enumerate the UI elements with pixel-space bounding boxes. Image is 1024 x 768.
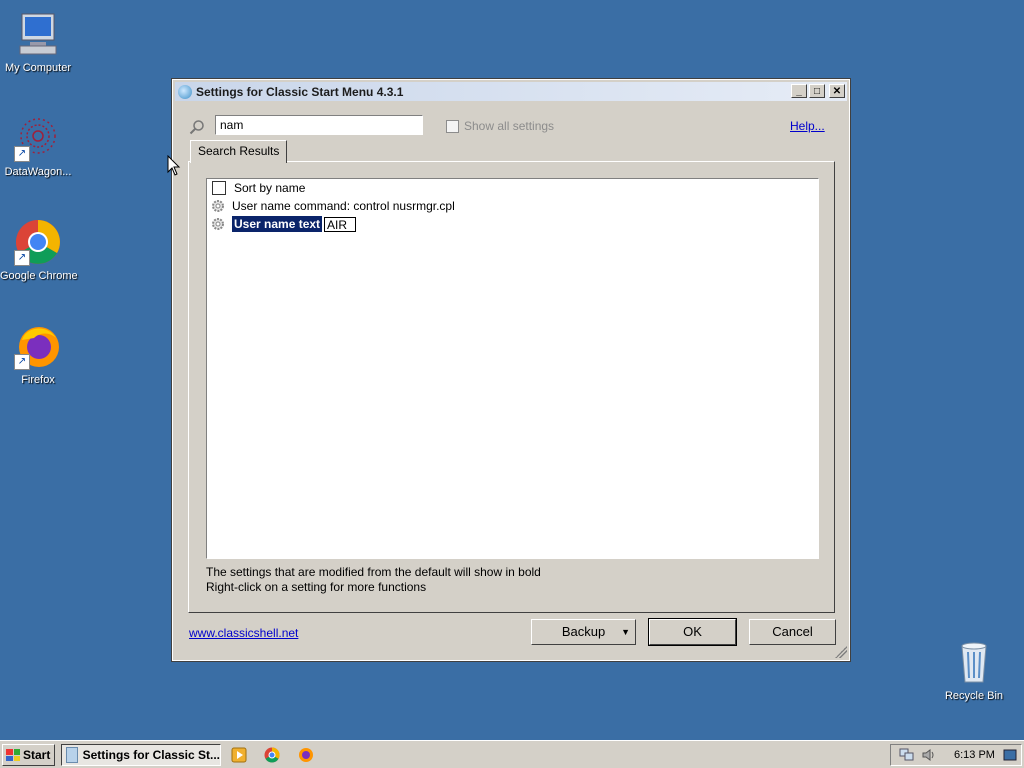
title-bar[interactable]: Settings for Classic Start Menu 4.3.1 _ … [175, 82, 847, 101]
desktop-icon-chrome[interactable]: ↗ Google Chrome [0, 218, 78, 282]
ok-button[interactable]: OK [648, 618, 737, 646]
windows-logo-icon [6, 749, 20, 761]
classicshell-website-link[interactable]: www.classicshell.net [189, 626, 298, 640]
firefox-icon[interactable] [298, 747, 314, 763]
desktop-icon-label: My Computer [4, 62, 72, 74]
settings-tree[interactable]: Sort by name User name command: control … [206, 178, 819, 559]
info-line: The settings that are modified from the … [206, 565, 541, 579]
cancel-button[interactable]: Cancel [749, 619, 836, 645]
checkbox-box[interactable] [212, 181, 226, 195]
user-name-text-input[interactable]: AIR [324, 216, 357, 232]
desktop-icon-datawagon[interactable]: ↗ DataWagon... [0, 114, 76, 178]
network-icon[interactable] [899, 748, 915, 762]
shortcut-arrow-icon: ↗ [14, 146, 30, 162]
taskbar: Start Settings for Classic St... 6:13 PM [0, 740, 1024, 768]
desktop-icon-label: DataWagon... [4, 166, 72, 178]
setting-row-user-name-command[interactable]: User name command: control nusrmgr.cpl [211, 197, 455, 215]
checkbox-box [446, 119, 459, 133]
show-all-settings-checkbox[interactable]: Show all settings [446, 119, 554, 133]
datawagon-icon: ↗ [14, 114, 62, 162]
shortcut-arrow-icon: ↗ [14, 250, 30, 266]
taskbar-item-label: Settings for Classic St... [82, 748, 220, 762]
firefox-icon: ↗ [14, 322, 62, 370]
setting-label: User name command: control nusrmgr.cpl [232, 199, 455, 213]
system-tray: 6:13 PM [890, 744, 1022, 766]
search-icon [189, 120, 204, 135]
desktop-icon-firefox[interactable]: ↗ Firefox [0, 322, 76, 386]
info-text: The settings that are modified from the … [206, 565, 541, 595]
classic-shell-icon [178, 84, 192, 99]
setting-row-user-name-text[interactable]: User name text AIR [211, 215, 357, 233]
start-label: Start [23, 748, 51, 762]
backup-label: Backup [561, 624, 606, 639]
computer-icon [14, 10, 62, 58]
desktop-icon-my-computer[interactable]: My Computer [0, 10, 76, 74]
search-input[interactable]: nam [215, 115, 423, 135]
backup-button[interactable]: Backup ▼ [531, 619, 636, 645]
settings-window: Settings for Classic Start Menu 4.3.1 _ … [171, 78, 851, 662]
start-button[interactable]: Start [2, 744, 55, 766]
setting-row-sort-by-name[interactable]: Sort by name [211, 179, 305, 197]
desktop-icon-label: Google Chrome [0, 270, 78, 282]
show-all-label: Show all settings [464, 119, 555, 133]
settings-app-icon [66, 747, 78, 763]
tab-panel: Sort by name User name command: control … [188, 161, 835, 613]
info-line: Right-click on a setting for more functi… [206, 580, 427, 594]
chrome-icon[interactable] [264, 747, 280, 763]
tab-search-results[interactable]: Search Results [190, 140, 288, 163]
recycle-bin-icon [950, 638, 998, 686]
maximize-button[interactable]: □ [809, 84, 825, 98]
desktop-icon-recycle-bin[interactable]: Recycle Bin [936, 638, 1012, 702]
minimize-button[interactable]: _ [791, 84, 807, 98]
gear-icon [212, 200, 224, 212]
clock[interactable]: 6:13 PM [954, 749, 995, 761]
taskbar-item-settings[interactable]: Settings for Classic St... [61, 744, 221, 766]
desktop-icon-label: Firefox [21, 374, 55, 386]
shortcut-arrow-icon: ↗ [14, 354, 30, 370]
resize-grip[interactable] [835, 646, 847, 658]
help-link[interactable]: Help... [790, 119, 825, 133]
close-button[interactable]: ✕ [829, 84, 845, 98]
volume-icon[interactable] [921, 748, 937, 762]
setting-label-selected: User name text [232, 216, 323, 232]
chrome-icon: ↗ [14, 218, 62, 266]
setting-label: Sort by name [234, 181, 306, 195]
window-title: Settings for Classic Start Menu 4.3.1 [196, 84, 404, 99]
mouse-pointer-icon [167, 155, 181, 176]
media-player-icon[interactable] [231, 747, 247, 763]
dropdown-arrow-icon: ▼ [621, 627, 630, 637]
gear-icon [212, 218, 224, 230]
desktop-icon-label: Recycle Bin [944, 690, 1004, 702]
show-desktop-icon[interactable] [1003, 748, 1017, 762]
